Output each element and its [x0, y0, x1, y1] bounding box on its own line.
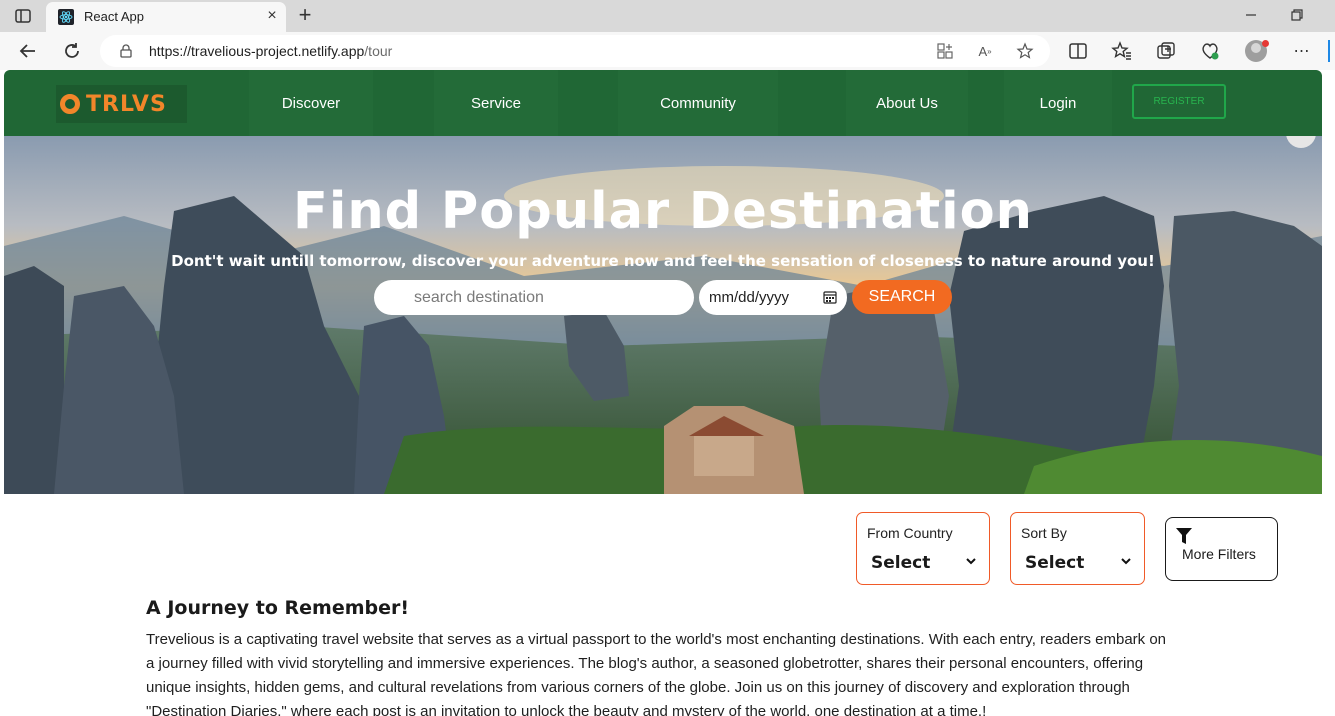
more-icon[interactable]: ⋯ — [1291, 40, 1313, 62]
filter-funnel-icon — [1176, 528, 1192, 544]
browser-essentials-icon[interactable] — [1199, 40, 1221, 62]
tab-title: React App — [84, 9, 144, 24]
register-button[interactable]: REGISTER — [1132, 84, 1226, 119]
refresh-icon[interactable] — [61, 40, 83, 62]
hero-title: Find Popular Destination — [293, 182, 1033, 241]
chevron-down-icon — [966, 558, 976, 565]
chevron-down-icon — [1121, 558, 1131, 565]
page-viewport: TRLVS Discover Service Community About U… — [4, 70, 1322, 716]
logo-ring-icon — [60, 94, 80, 114]
calendar-icon[interactable] — [823, 290, 837, 304]
article-body: Trevelious is a captivating travel websi… — [146, 631, 1167, 716]
minimize-icon[interactable] — [1242, 6, 1260, 24]
from-country-filter[interactable]: From Country Select — [856, 512, 990, 585]
close-icon[interactable]: × — [264, 8, 280, 24]
article-title: A Journey to Remember! — [146, 597, 410, 619]
lock-icon[interactable] — [118, 43, 134, 59]
nav-community[interactable]: Community — [618, 70, 778, 136]
browser-toolbar: https://travelious-project.netlify.app/t… — [0, 32, 1335, 70]
from-country-label: From Country — [867, 525, 953, 541]
browser-tab-strip: React App × + — [0, 0, 1335, 32]
hero-subtitle: Dont't wait untill tomorrow, discover yo… — [171, 252, 1155, 270]
more-filters-label: More Filters — [1182, 546, 1256, 562]
hero-banner: Find Popular Destination Dont't wait unt… — [4, 136, 1322, 494]
browser-tab[interactable]: React App × — [46, 2, 286, 32]
destination-search-input[interactable] — [374, 280, 694, 315]
restore-icon[interactable] — [1288, 6, 1306, 24]
sidebar-toggle-icon[interactable] — [14, 7, 32, 25]
nav-service[interactable]: Service — [434, 70, 558, 136]
search-button[interactable]: SEARCH — [852, 280, 952, 314]
sort-by-filter[interactable]: Sort By Select — [1010, 512, 1145, 585]
sort-by-select[interactable]: Select — [1025, 553, 1084, 573]
app-install-icon[interactable] — [936, 42, 954, 60]
sort-by-label: Sort By — [1021, 525, 1067, 541]
address-bar[interactable]: https://travelious-project.netlify.app/t… — [100, 35, 1050, 67]
more-filters-button[interactable]: More Filters — [1165, 517, 1278, 581]
logo-text: TRLVS — [86, 91, 167, 117]
plus-icon[interactable]: + — [294, 4, 316, 27]
site-logo[interactable]: TRLVS — [56, 85, 187, 123]
read-aloud-icon[interactable]: A» — [976, 42, 994, 60]
from-country-select[interactable]: Select — [871, 553, 930, 573]
nav-login[interactable]: Login — [1004, 70, 1112, 136]
site-navbar: TRLVS Discover Service Community About U… — [4, 70, 1322, 136]
nav-about-us[interactable]: About Us — [846, 70, 968, 136]
sidebar-edge — [1328, 40, 1335, 62]
react-favicon-icon — [58, 9, 74, 25]
nav-discover[interactable]: Discover — [249, 70, 373, 136]
date-placeholder: mm/dd/yyyy — [709, 289, 790, 306]
date-picker-field[interactable]: mm/dd/yyyy — [699, 280, 847, 315]
split-screen-icon[interactable] — [1067, 40, 1089, 62]
url-text[interactable]: https://travelious-project.netlify.app/t… — [149, 43, 392, 59]
favorite-star-icon[interactable] — [1016, 42, 1034, 60]
notification-dot — [1262, 40, 1269, 47]
back-icon[interactable] — [17, 40, 39, 62]
favorites-icon[interactable] — [1111, 40, 1133, 62]
collections-icon[interactable] — [1155, 40, 1177, 62]
